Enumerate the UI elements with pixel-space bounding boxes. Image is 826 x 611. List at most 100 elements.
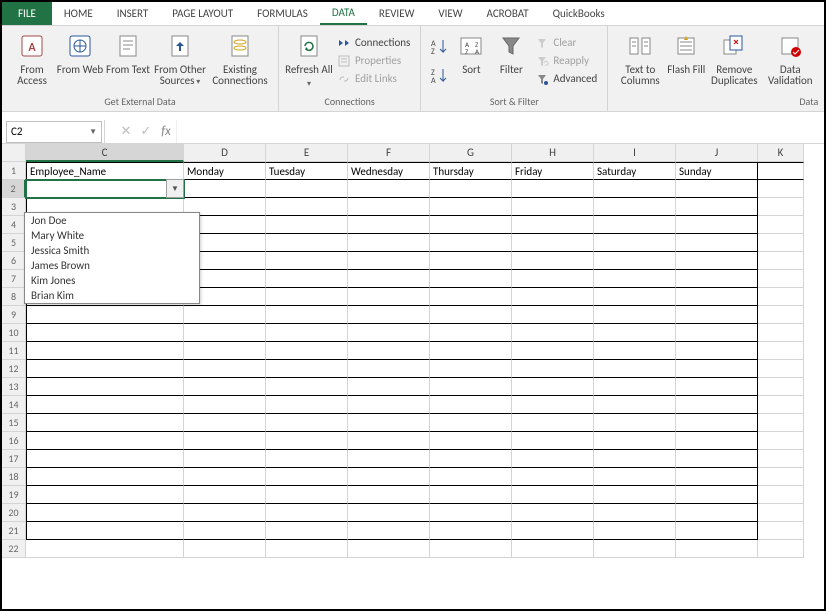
- cell-J11[interactable]: [676, 342, 758, 360]
- cell-J6[interactable]: [676, 252, 758, 270]
- cell-D1[interactable]: Monday: [184, 162, 266, 180]
- cell-E6[interactable]: [266, 252, 348, 270]
- enter-icon[interactable]: ✓: [136, 124, 156, 139]
- tab-view[interactable]: VIEW: [426, 2, 474, 25]
- cell-D21[interactable]: [184, 522, 266, 540]
- cell-K12[interactable]: [758, 360, 804, 378]
- cell-I16[interactable]: [594, 432, 676, 450]
- tab-pagelayout[interactable]: PAGE LAYOUT: [160, 2, 245, 25]
- cell-E16[interactable]: [266, 432, 348, 450]
- cell-K22[interactable]: [758, 540, 804, 558]
- cell-I19[interactable]: [594, 486, 676, 504]
- cell-F8[interactable]: [348, 288, 430, 306]
- cell-K5[interactable]: [758, 234, 804, 252]
- cell-J3[interactable]: [676, 198, 758, 216]
- cell-G4[interactable]: [430, 216, 512, 234]
- cell-I2[interactable]: [594, 180, 676, 198]
- cell-I17[interactable]: [594, 450, 676, 468]
- advanced-button[interactable]: Advanced: [531, 70, 601, 88]
- cell-F4[interactable]: [348, 216, 430, 234]
- data-validation-button[interactable]: Data Validation: [762, 28, 818, 93]
- cell-F7[interactable]: [348, 270, 430, 288]
- tab-formulas[interactable]: FORMULAS: [245, 2, 320, 25]
- cell-E12[interactable]: [266, 360, 348, 378]
- row-header-2[interactable]: 2: [2, 180, 26, 198]
- cell-K6[interactable]: [758, 252, 804, 270]
- cell-E14[interactable]: [266, 396, 348, 414]
- cell-H12[interactable]: [512, 360, 594, 378]
- cell-F12[interactable]: [348, 360, 430, 378]
- cell-E3[interactable]: [266, 198, 348, 216]
- cell-D15[interactable]: [184, 414, 266, 432]
- tab-insert[interactable]: INSERT: [105, 2, 161, 25]
- cell-F20[interactable]: [348, 504, 430, 522]
- cell-F21[interactable]: [348, 522, 430, 540]
- cell-G6[interactable]: [430, 252, 512, 270]
- cell-E19[interactable]: [266, 486, 348, 504]
- cell-K16[interactable]: [758, 432, 804, 450]
- cell-G14[interactable]: [430, 396, 512, 414]
- cell-H16[interactable]: [512, 432, 594, 450]
- tab-acrobat[interactable]: ACROBAT: [475, 2, 541, 25]
- cell-G1[interactable]: Thursday: [430, 162, 512, 180]
- row-header-22[interactable]: 22: [2, 540, 26, 558]
- validation-dropdown[interactable]: Jon DoeMary WhiteJessica SmithJames Brow…: [24, 212, 200, 304]
- cell-K8[interactable]: [758, 288, 804, 306]
- cell-K3[interactable]: [758, 198, 804, 216]
- flash-fill-button[interactable]: Flash Fill: [666, 28, 706, 93]
- cell-J18[interactable]: [676, 468, 758, 486]
- fx-icon[interactable]: fx: [156, 124, 176, 139]
- cell-H9[interactable]: [512, 306, 594, 324]
- cell-H7[interactable]: [512, 270, 594, 288]
- remove-duplicates-button[interactable]: Remove Duplicates: [706, 28, 762, 93]
- cell-H1[interactable]: Friday: [512, 162, 594, 180]
- cell-F2[interactable]: [348, 180, 430, 198]
- edit-links-button[interactable]: Edit Links: [333, 70, 414, 88]
- cell-J2[interactable]: [676, 180, 758, 198]
- refresh-all-button[interactable]: Refresh All ▾: [285, 28, 333, 93]
- row-header-15[interactable]: 15: [2, 414, 26, 432]
- row-header-3[interactable]: 3: [2, 198, 26, 216]
- cell-J7[interactable]: [676, 270, 758, 288]
- col-header-J[interactable]: J: [676, 144, 758, 162]
- cell-C16[interactable]: [26, 432, 184, 450]
- text-to-columns-button[interactable]: Text to Columns: [614, 28, 666, 93]
- cell-C2[interactable]: ▼: [26, 180, 184, 198]
- cell-F1[interactable]: Wednesday: [348, 162, 430, 180]
- cell-C18[interactable]: [26, 468, 184, 486]
- cell-C21[interactable]: [26, 522, 184, 540]
- properties-button[interactable]: Properties: [333, 52, 414, 70]
- filter-button[interactable]: Filter: [491, 28, 531, 93]
- cell-I18[interactable]: [594, 468, 676, 486]
- cell-K20[interactable]: [758, 504, 804, 522]
- cell-D9[interactable]: [184, 306, 266, 324]
- cell-H15[interactable]: [512, 414, 594, 432]
- cell-K14[interactable]: [758, 396, 804, 414]
- cell-E17[interactable]: [266, 450, 348, 468]
- cell-G9[interactable]: [430, 306, 512, 324]
- row-header-12[interactable]: 12: [2, 360, 26, 378]
- cell-J9[interactable]: [676, 306, 758, 324]
- row-header-7[interactable]: 7: [2, 270, 26, 288]
- row-header-13[interactable]: 13: [2, 378, 26, 396]
- name-box[interactable]: C2▼: [6, 121, 102, 143]
- row-header-14[interactable]: 14: [2, 396, 26, 414]
- cell-H2[interactable]: [512, 180, 594, 198]
- cell-K19[interactable]: [758, 486, 804, 504]
- cell-G7[interactable]: [430, 270, 512, 288]
- cell-I15[interactable]: [594, 414, 676, 432]
- cell-E1[interactable]: Tuesday: [266, 162, 348, 180]
- cell-I20[interactable]: [594, 504, 676, 522]
- cell-G3[interactable]: [430, 198, 512, 216]
- cell-D11[interactable]: [184, 342, 266, 360]
- cell-E4[interactable]: [266, 216, 348, 234]
- cell-F16[interactable]: [348, 432, 430, 450]
- cell-F11[interactable]: [348, 342, 430, 360]
- cell-F5[interactable]: [348, 234, 430, 252]
- cell-G17[interactable]: [430, 450, 512, 468]
- cell-E8[interactable]: [266, 288, 348, 306]
- cell-I12[interactable]: [594, 360, 676, 378]
- cell-C19[interactable]: [26, 486, 184, 504]
- cell-G13[interactable]: [430, 378, 512, 396]
- cell-K18[interactable]: [758, 468, 804, 486]
